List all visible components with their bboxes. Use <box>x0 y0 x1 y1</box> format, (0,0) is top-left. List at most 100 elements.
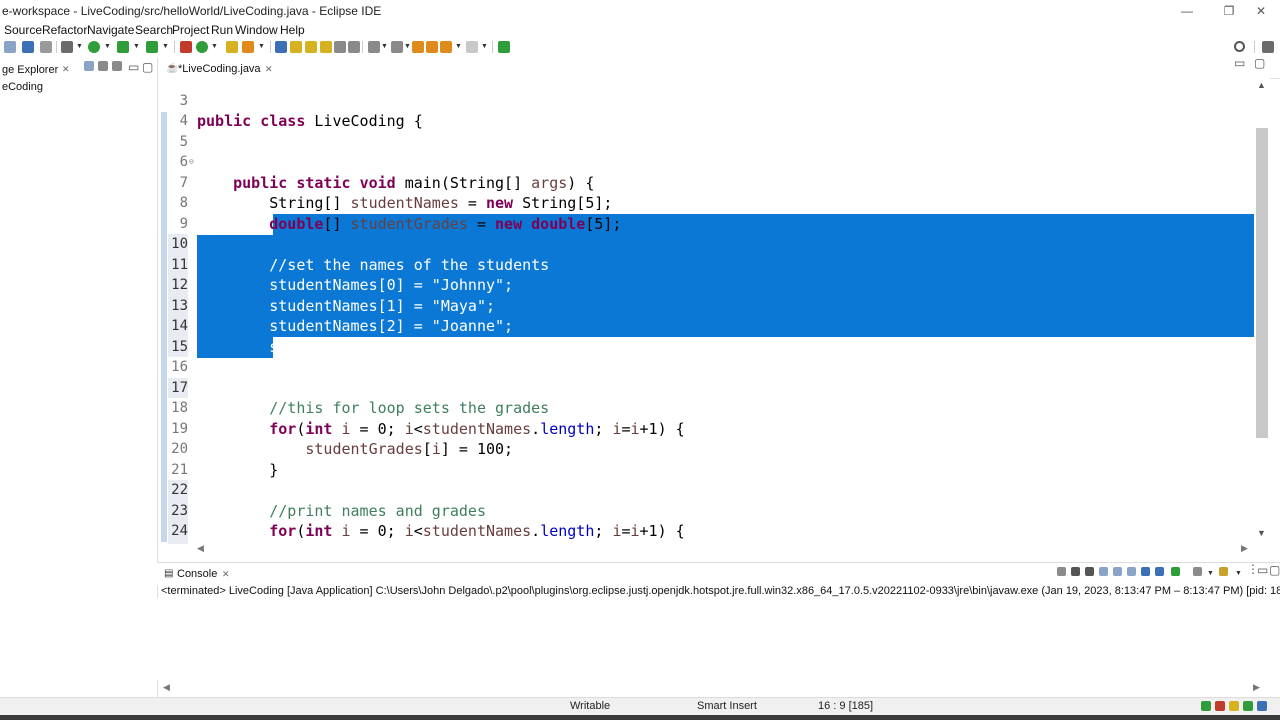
chevron-down-icon[interactable]: ▼ <box>133 43 140 50</box>
status-icon[interactable] <box>1243 701 1253 711</box>
toolbar-separator <box>270 41 271 53</box>
console-output[interactable] <box>157 598 1280 680</box>
new-java-project-icon[interactable] <box>180 41 192 53</box>
minimize-view-icon[interactable]: ▭ <box>1257 563 1268 577</box>
pin-editor-icon[interactable] <box>498 41 510 53</box>
menu-refactor[interactable]: Refactor <box>42 23 87 37</box>
scroll-right-icon[interactable]: ▶ <box>1241 543 1248 554</box>
scroll-down-icon[interactable]: ▼ <box>1257 528 1266 538</box>
save-icon[interactable] <box>22 41 34 53</box>
word-wrap-icon[interactable] <box>320 41 332 53</box>
scroll-left-icon[interactable]: ◀ <box>163 682 170 693</box>
scroll-lock-icon[interactable] <box>1113 567 1122 576</box>
code-line: 10 //set the names of the students <box>160 214 1254 274</box>
chevron-down-icon[interactable]: ▼ <box>1207 570 1214 577</box>
previous-annotation-icon[interactable] <box>391 41 403 53</box>
print-icon[interactable] <box>40 41 52 53</box>
search-icon[interactable] <box>1234 41 1245 52</box>
toggle-breadcrumb-icon[interactable] <box>290 41 302 53</box>
collapse-all-icon[interactable] <box>84 61 94 71</box>
menu-project[interactable]: Project <box>172 23 209 37</box>
chevron-down-icon[interactable]: ▼ <box>258 43 265 50</box>
status-icon[interactable] <box>1257 701 1267 711</box>
maximize-view-icon[interactable]: ▢ <box>142 60 153 74</box>
show-error-output-icon[interactable] <box>1155 567 1164 576</box>
last-edit-icon[interactable] <box>412 41 424 53</box>
new-icon[interactable] <box>4 41 16 53</box>
chevron-down-icon[interactable]: ▼ <box>455 43 462 50</box>
chevron-down-icon[interactable]: ▼ <box>211 43 218 50</box>
project-tree-item[interactable]: eCoding <box>2 81 43 93</box>
status-icon[interactable] <box>1229 701 1239 711</box>
back-arrow-icon[interactable] <box>440 41 452 53</box>
forward-arrow-icon[interactable] <box>466 41 478 53</box>
display-console-icon[interactable] <box>1193 567 1202 576</box>
close-icon[interactable]: ✕ <box>265 64 273 75</box>
minimize-view-icon[interactable]: ▭ <box>1234 56 1245 70</box>
console-tab[interactable]: Console <box>177 568 217 580</box>
show-whitespace-icon[interactable] <box>334 41 346 53</box>
open-type-icon[interactable] <box>226 41 238 53</box>
clear-console-icon[interactable] <box>1099 567 1108 576</box>
menu-source[interactable]: Source <box>4 23 42 37</box>
chevron-down-icon[interactable]: ▼ <box>162 43 169 50</box>
word-wrap-console-icon[interactable] <box>1127 567 1136 576</box>
menu-window[interactable]: Window <box>235 23 278 37</box>
scroll-left-icon[interactable]: ◀ <box>197 543 204 554</box>
chevron-down-icon[interactable]: ▼ <box>481 43 488 50</box>
view-menu-icon[interactable] <box>112 61 122 71</box>
external-tools-icon[interactable] <box>146 41 158 53</box>
restore-button[interactable]: ❐ <box>1214 2 1244 20</box>
terminate-icon[interactable] <box>1057 567 1066 576</box>
code-editor[interactable]: 3 public class LiveCoding { 4 5 ⊖ public… <box>160 78 1254 544</box>
maximize-view-icon[interactable]: ▢ <box>1254 56 1265 70</box>
block-select-icon[interactable] <box>305 41 317 53</box>
editor-horizontal-scrollbar[interactable]: ◀ ▶ <box>197 543 1254 557</box>
remove-all-icon[interactable] <box>1085 567 1094 576</box>
open-console-icon[interactable] <box>1219 567 1228 576</box>
format-icon[interactable] <box>348 41 360 53</box>
new-class-icon[interactable] <box>196 41 208 53</box>
close-icon[interactable]: ✕ <box>62 64 70 75</box>
status-icon[interactable] <box>1215 701 1225 711</box>
back-icon[interactable] <box>426 41 438 53</box>
console-horizontal-scrollbar[interactable]: ◀ ▶ <box>161 682 1261 696</box>
code-line: 12 studentNames[1] = "Maya"; <box>160 255 1254 315</box>
window-title: e-workspace - LiveCoding/src/helloWorld/… <box>2 4 382 18</box>
code-line: 24 <box>160 501 1254 542</box>
chevron-down-icon[interactable]: ▼ <box>1235 570 1242 577</box>
chevron-down-icon[interactable]: ▼ <box>104 43 111 50</box>
scrollbar-thumb[interactable] <box>1256 128 1268 438</box>
code-line: 4 <box>160 91 1254 129</box>
search-tool-icon[interactable] <box>242 41 254 53</box>
menu-help[interactable]: Help <box>280 23 305 37</box>
run-icon[interactable] <box>88 41 100 53</box>
close-icon[interactable]: ✕ <box>222 569 230 580</box>
chevron-down-icon[interactable]: ▼ <box>404 43 411 50</box>
perspective-icon[interactable] <box>1262 41 1274 53</box>
chevron-down-icon[interactable]: ▼ <box>76 43 83 50</box>
pin-console-icon[interactable] <box>1171 567 1180 576</box>
link-editor-icon[interactable] <box>98 61 108 71</box>
menu-navigate[interactable]: Navigate <box>87 23 134 37</box>
scroll-right-icon[interactable]: ▶ <box>1253 682 1260 693</box>
remove-launch-icon[interactable] <box>1071 567 1080 576</box>
coverage-icon[interactable] <box>117 41 129 53</box>
editor-vertical-scrollbar[interactable]: ▲ ▼ <box>1254 78 1270 544</box>
editor-tab-livecoding[interactable]: *LiveCoding.java <box>178 63 261 75</box>
close-button[interactable]: ✕ <box>1246 2 1276 20</box>
scroll-up-icon[interactable]: ▲ <box>1257 80 1266 90</box>
status-icon[interactable] <box>1201 701 1211 711</box>
maximize-view-icon[interactable]: ▢ <box>1269 563 1280 577</box>
package-explorer-tab[interactable]: ge Explorer <box>2 64 58 76</box>
toggle-mark-icon[interactable] <box>275 41 287 53</box>
chevron-down-icon[interactable]: ▼ <box>381 43 388 50</box>
debug-icon[interactable] <box>61 41 73 53</box>
menu-bar: Source Refactor Navigate Search Project … <box>0 22 1280 39</box>
show-console-output-icon[interactable] <box>1141 567 1150 576</box>
minimize-button[interactable]: — <box>1172 2 1202 20</box>
menu-search[interactable]: Search <box>135 23 173 37</box>
next-annotation-icon[interactable] <box>368 41 380 53</box>
menu-run[interactable]: Run <box>211 23 233 37</box>
minimize-view-icon[interactable]: ▭ <box>128 60 139 74</box>
